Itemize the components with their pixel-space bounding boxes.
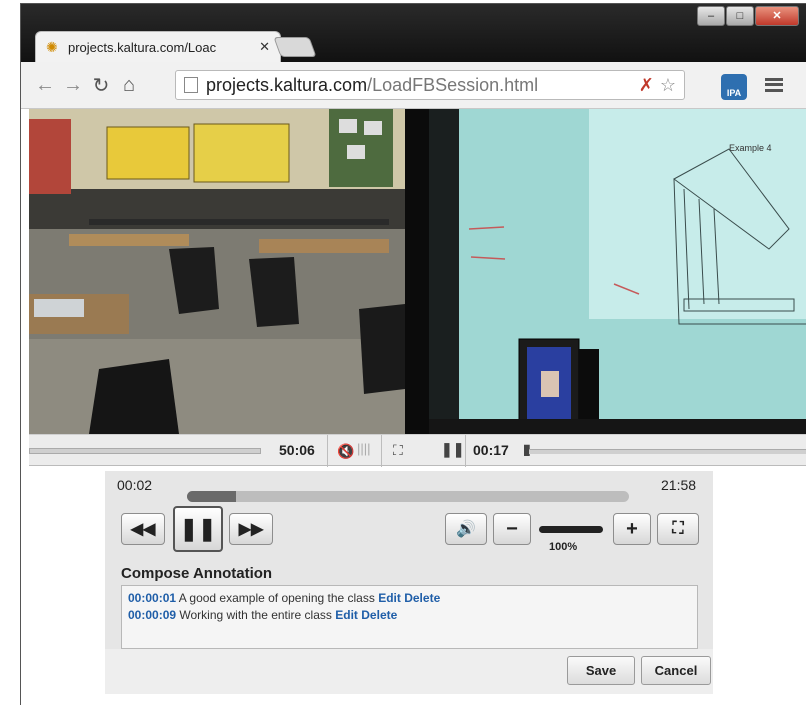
window-controls: – □ ✕ [697, 6, 799, 26]
maximize-button[interactable]: □ [726, 6, 754, 26]
save-button[interactable]: Save [567, 656, 635, 685]
home-icon[interactable]: ⌂ [115, 71, 143, 99]
page-content: Example 4 50:06 🔇 |||| ⛶ ❚❚ 00:17 ▮ 00:0… [21, 109, 806, 706]
url-host: projects.kaltura.com [206, 74, 368, 95]
kaltura-favicon-icon: ✺ [46, 39, 58, 55]
volume-slider[interactable] [539, 526, 603, 533]
annotation-text: Working with the entire class [179, 608, 332, 622]
minimize-button[interactable]: – [697, 6, 725, 26]
fullscreen-icon: ⛶ [672, 520, 684, 537]
browser-window: ✺ projects.kaltura.com/Loac ✕ – □ ✕ ← → … [20, 3, 806, 706]
forward-arrow-icon[interactable]: → [59, 71, 87, 99]
right-video-controls: ❚❚ 00:17 ▮ [429, 434, 806, 467]
fast-forward-icon: ▶▶ [238, 521, 264, 538]
annotation-timestamp[interactable]: 00:00:09 [128, 608, 176, 622]
left-video-controls: 50:06 🔇 |||| ⛶ [29, 434, 429, 467]
annotation-timestamp[interactable]: 00:00:01 [128, 591, 176, 605]
menu-icon[interactable] [763, 74, 785, 96]
classroom-video[interactable] [29, 109, 405, 434]
whiteboard-video[interactable]: Example 4 [429, 109, 806, 434]
main-progress-fill [187, 491, 236, 502]
pause-icon: ❚❚ [179, 516, 217, 541]
annotation-item: 00:00:01 A good example of opening the c… [128, 590, 691, 607]
annotation-title: Compose Annotation [121, 565, 273, 582]
tab-close-icon[interactable]: ✕ [259, 39, 270, 55]
mute-icon[interactable]: 🔇 [337, 443, 354, 460]
minus-icon: − [506, 517, 518, 540]
left-video-time: 50:06 [279, 442, 315, 458]
volume-down-button[interactable]: − [493, 513, 531, 545]
annotation-edit-link[interactable]: Edit [378, 591, 401, 605]
browser-tab[interactable]: ✺ projects.kaltura.com/Loac ✕ [35, 31, 281, 62]
volume-button[interactable]: 🔊 [445, 513, 487, 545]
annotation-text: A good example of opening the class [178, 591, 375, 605]
cancel-button[interactable]: Cancel [641, 656, 711, 685]
main-player: 00:02 21:58 ◀◀ ❚❚ ▶▶ 🔊 − 100% + ⛶ [105, 471, 713, 561]
close-window-button[interactable]: ✕ [755, 6, 799, 26]
browser-toolbar: ← → ↻ ⌂ projects.kaltura.com /LoadFBSess… [21, 62, 806, 109]
left-video-scrub-bar[interactable] [29, 448, 261, 454]
remaining-time: 21:58 [661, 477, 697, 493]
url-path: /LoadFBSession.html [367, 74, 539, 95]
board-example-label: Example 4 [729, 143, 772, 153]
new-tab-button[interactable] [273, 37, 317, 57]
annotation-edit-link[interactable]: Edit [335, 608, 358, 622]
speaker-icon: 🔊 [456, 521, 476, 538]
volume-level-icon[interactable]: |||| [357, 441, 371, 456]
bookmark-star-icon[interactable]: ☆ [660, 75, 676, 96]
address-bar[interactable]: projects.kaltura.com /LoadFBSession.html… [175, 70, 685, 100]
annotation-delete-link[interactable]: Delete [361, 608, 397, 622]
blocked-popup-icon[interactable]: ✗ [639, 75, 654, 96]
main-progress-bar[interactable] [187, 491, 629, 502]
pause-icon[interactable]: ❚❚ [441, 441, 464, 458]
fast-forward-button[interactable]: ▶▶ [229, 513, 273, 545]
right-video-scrub-bar[interactable] [529, 449, 806, 454]
video-divider [405, 109, 429, 434]
right-video-time: 00:17 [473, 442, 509, 458]
compose-annotation-panel: Compose Annotation 00:00:01 A good examp… [105, 561, 713, 694]
fullscreen-button[interactable]: ⛶ [657, 513, 699, 545]
tab-title: projects.kaltura.com/Loac [68, 39, 217, 55]
annotation-list: 00:00:01 A good example of opening the c… [121, 585, 698, 649]
plus-icon: + [626, 517, 638, 540]
annotation-delete-link[interactable]: Delete [404, 591, 440, 605]
page-icon [184, 77, 198, 93]
annotation-footer: Save Cancel [105, 649, 713, 694]
volume-level: 100% [549, 541, 578, 553]
fullscreen-icon[interactable]: ⛶ [393, 442, 403, 459]
rewind-button[interactable]: ◀◀ [121, 513, 165, 545]
elapsed-time: 00:02 [117, 477, 153, 493]
pause-button[interactable]: ❚❚ [173, 506, 223, 552]
rewind-icon: ◀◀ [130, 521, 156, 538]
reload-icon[interactable]: ↻ [87, 71, 115, 99]
title-bar: ✺ projects.kaltura.com/Loac ✕ – □ ✕ [21, 4, 806, 62]
annotation-item: 00:00:09 Working with the entire class E… [128, 607, 691, 624]
volume-up-button[interactable]: + [613, 513, 651, 545]
back-arrow-icon[interactable]: ← [31, 71, 59, 99]
ipa-extension-icon[interactable]: IPA [721, 74, 747, 100]
